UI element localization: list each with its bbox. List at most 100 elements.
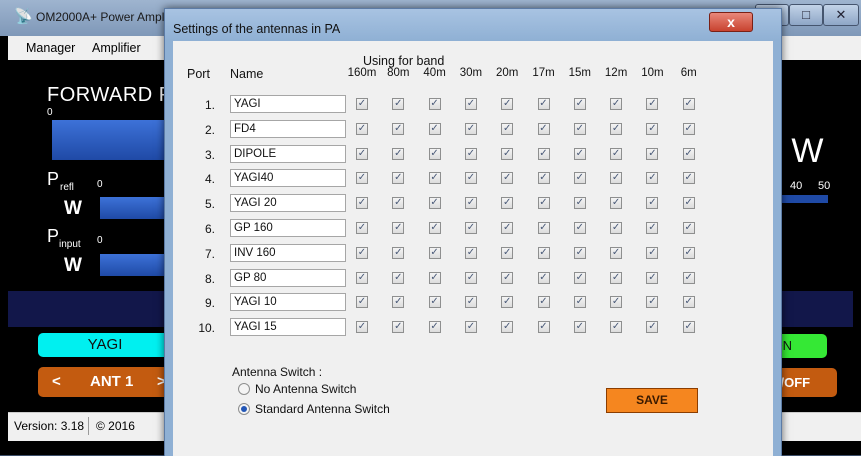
band-checkbox[interactable]: ✓ — [392, 98, 405, 110]
band-checkbox[interactable]: ✓ — [464, 147, 477, 160]
band-checkbox[interactable]: ✓ — [392, 271, 405, 284]
band-checkbox[interactable]: ✓ — [537, 98, 550, 110]
band-checkbox[interactable]: ✓ — [428, 98, 441, 110]
band-checkbox[interactable]: ✓ — [610, 296, 623, 309]
band-checkbox[interactable]: ✓ — [356, 321, 368, 334]
band-checkbox[interactable]: ✓ — [392, 296, 405, 309]
band-checkbox[interactable]: ✓ — [392, 122, 405, 135]
band-checkbox[interactable]: ✓ — [682, 222, 695, 234]
band-checkbox[interactable]: ✓ — [573, 197, 586, 210]
band-checkbox[interactable]: ✓ — [501, 172, 514, 185]
band-checkbox[interactable]: ✓ — [682, 172, 695, 185]
antenna-name-field[interactable]: GP 80 — [230, 268, 346, 287]
band-checkbox[interactable]: ✓ — [682, 246, 695, 259]
band-checkbox[interactable]: ✓ — [464, 321, 477, 334]
band-checkbox[interactable]: ✓ — [537, 172, 550, 185]
band-checkbox[interactable]: ✓ — [646, 197, 659, 210]
band-checkbox[interactable]: ✓ — [392, 246, 405, 259]
band-checkbox[interactable]: ✓ — [610, 321, 623, 334]
band-checkbox[interactable]: ✓ — [573, 172, 586, 185]
band-checkbox[interactable]: ✓ — [392, 321, 405, 334]
antenna-name-field[interactable]: FD4 — [230, 119, 346, 138]
band-checkbox[interactable]: ✓ — [356, 197, 368, 210]
band-checkbox[interactable]: ✓ — [356, 172, 368, 185]
antenna-name-field[interactable]: YAGI 10 — [230, 293, 346, 312]
band-checkbox[interactable]: ✓ — [682, 321, 695, 334]
band-checkbox[interactable]: ✓ — [610, 172, 623, 185]
band-checkbox[interactable]: ✓ — [428, 197, 441, 210]
band-checkbox[interactable]: ✓ — [428, 271, 441, 284]
band-checkbox[interactable]: ✓ — [646, 246, 659, 259]
band-checkbox[interactable]: ✓ — [428, 147, 441, 160]
antenna-name-field[interactable]: INV 160 — [230, 243, 346, 262]
no-antenna-switch-radio[interactable] — [238, 383, 250, 395]
band-checkbox[interactable]: ✓ — [464, 222, 477, 234]
band-checkbox[interactable]: ✓ — [573, 122, 586, 135]
band-checkbox[interactable]: ✓ — [573, 222, 586, 234]
band-checkbox[interactable]: ✓ — [610, 222, 623, 234]
band-checkbox[interactable]: ✓ — [428, 122, 441, 135]
band-checkbox[interactable]: ✓ — [537, 296, 550, 309]
maximize-button[interactable]: □ — [789, 4, 823, 26]
band-checkbox[interactable]: ✓ — [464, 246, 477, 259]
band-checkbox[interactable]: ✓ — [682, 296, 695, 309]
antenna-selector[interactable]: < ANT 1 > — [38, 367, 172, 397]
band-checkbox[interactable]: ✓ — [646, 172, 659, 185]
band-checkbox[interactable]: ✓ — [501, 197, 514, 210]
band-checkbox[interactable]: ✓ — [501, 271, 514, 284]
band-checkbox[interactable]: ✓ — [501, 147, 514, 160]
band-checkbox[interactable]: ✓ — [537, 122, 550, 135]
band-checkbox[interactable]: ✓ — [464, 271, 477, 284]
band-checkbox[interactable]: ✓ — [464, 197, 477, 210]
band-checkbox[interactable]: ✓ — [464, 122, 477, 135]
band-checkbox[interactable]: ✓ — [610, 122, 623, 135]
band-checkbox[interactable]: ✓ — [573, 147, 586, 160]
band-checkbox[interactable]: ✓ — [682, 271, 695, 284]
band-checkbox[interactable]: ✓ — [392, 222, 405, 234]
band-checkbox[interactable]: ✓ — [501, 222, 514, 234]
antenna-name-field[interactable]: DIPOLE — [230, 144, 346, 163]
band-checkbox[interactable]: ✓ — [646, 271, 659, 284]
prev-antenna-button[interactable]: < — [52, 367, 61, 397]
band-checkbox[interactable]: ✓ — [646, 147, 659, 160]
band-checkbox[interactable]: ✓ — [428, 222, 441, 234]
band-checkbox[interactable]: ✓ — [610, 271, 623, 284]
band-checkbox[interactable]: ✓ — [682, 98, 695, 110]
band-checkbox[interactable]: ✓ — [464, 98, 477, 110]
band-checkbox[interactable]: ✓ — [501, 122, 514, 135]
band-checkbox[interactable]: ✓ — [646, 222, 659, 234]
band-checkbox[interactable]: ✓ — [356, 246, 368, 259]
band-checkbox[interactable]: ✓ — [537, 246, 550, 259]
band-checkbox[interactable]: ✓ — [501, 98, 514, 110]
band-checkbox[interactable]: ✓ — [501, 246, 514, 259]
band-checkbox[interactable]: ✓ — [573, 296, 586, 309]
antenna-name-field[interactable]: YAGI 20 — [230, 194, 346, 213]
antenna-name-field[interactable]: GP 160 — [230, 219, 346, 237]
band-checkbox[interactable]: ✓ — [428, 296, 441, 309]
band-checkbox[interactable]: ✓ — [356, 271, 368, 284]
main-close-button[interactable]: ✕ — [823, 4, 859, 26]
band-checkbox[interactable]: ✓ — [537, 321, 550, 334]
antenna-name-button[interactable]: YAGI — [38, 333, 172, 357]
band-checkbox[interactable]: ✓ — [537, 271, 550, 284]
antenna-name-field[interactable]: YAGI 15 — [230, 318, 346, 337]
band-checkbox[interactable]: ✓ — [537, 197, 550, 210]
band-checkbox[interactable]: ✓ — [537, 222, 550, 234]
band-checkbox[interactable]: ✓ — [501, 296, 514, 309]
band-checkbox[interactable]: ✓ — [356, 222, 368, 234]
menu-manager[interactable]: Manager — [26, 41, 75, 55]
band-checkbox[interactable]: ✓ — [356, 296, 368, 309]
band-checkbox[interactable]: ✓ — [646, 122, 659, 135]
band-checkbox[interactable]: ✓ — [573, 271, 586, 284]
band-checkbox[interactable]: ✓ — [537, 147, 550, 160]
standard-antenna-switch-radio[interactable] — [238, 403, 250, 415]
antenna-name-field[interactable]: YAGI — [230, 95, 346, 113]
save-button[interactable]: SAVE — [606, 388, 698, 413]
antenna-name-field[interactable]: YAGI40 — [230, 169, 346, 188]
band-checkbox[interactable]: ✓ — [356, 122, 368, 135]
band-checkbox[interactable]: ✓ — [428, 172, 441, 185]
band-checkbox[interactable]: ✓ — [392, 147, 405, 160]
standard-antenna-switch-label[interactable]: Standard Antenna Switch — [255, 402, 390, 416]
band-checkbox[interactable]: ✓ — [646, 98, 659, 110]
band-checkbox[interactable]: ✓ — [428, 321, 441, 334]
